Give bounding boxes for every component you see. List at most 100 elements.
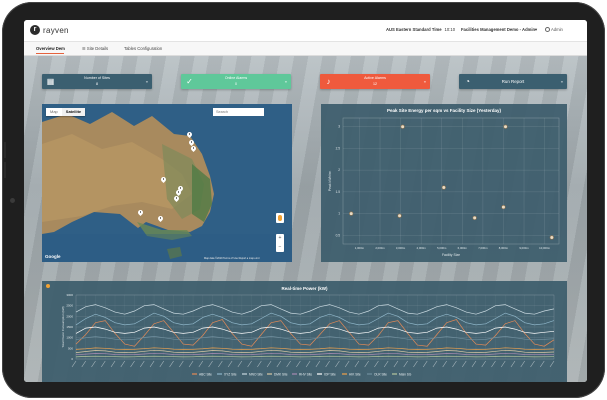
arrow-right-icon: »	[284, 79, 287, 84]
legend-item: Main SG	[399, 372, 412, 376]
legend-item: HIK Site	[349, 372, 361, 376]
y-tick-label: 500	[68, 346, 73, 350]
user-icon	[545, 27, 550, 32]
y-tick-label: 2000	[66, 314, 73, 318]
x-tick-label	[179, 360, 184, 368]
x-tick-label	[481, 360, 486, 368]
logo[interactable]: r rayven	[30, 25, 69, 35]
site-pin[interactable]	[191, 146, 196, 153]
kpi-active-alarms[interactable]: ♪ Active Alarms 12 »	[320, 74, 430, 89]
x-tick-label	[227, 360, 233, 368]
legend-item: XYZ Site	[224, 372, 237, 376]
x-tick-label: 6,000m	[458, 246, 468, 250]
kpi-online-alarms[interactable]: ✓ Online Alarms 0 »	[181, 74, 291, 89]
x-tick-label	[471, 360, 477, 368]
x-tick-label	[383, 360, 389, 368]
y-axis-label: Peak kWh/m²	[328, 170, 332, 191]
x-tick-label	[491, 360, 496, 368]
site-pin[interactable]	[174, 196, 179, 203]
site-pin[interactable]	[161, 177, 166, 184]
top-bar: r rayven AUS Eastern Standard Time 10:10 …	[24, 20, 587, 42]
x-tick-label: 9,000m	[519, 246, 529, 250]
map-type-satellite[interactable]: Satellite	[61, 108, 86, 116]
tab-site-details[interactable]: ☰ Site Details	[82, 46, 108, 51]
x-tick-label	[539, 360, 545, 368]
site-pin[interactable]	[187, 132, 192, 139]
map-search-input[interactable]	[213, 108, 264, 116]
y-tick-label: 2500	[66, 304, 73, 308]
admin-menu[interactable]: Admin	[551, 27, 563, 32]
tablet-frame: r rayven AUS Eastern Standard Time 10:10 …	[2, 2, 605, 398]
timezone-text: AUS Eastern Standard Time	[386, 27, 442, 32]
x-tick-label	[140, 360, 145, 368]
series-line	[75, 355, 555, 358]
x-tick-label	[257, 360, 262, 368]
map-type-map[interactable]: Map	[46, 108, 62, 116]
x-tick-label	[452, 360, 457, 368]
kpi-value: 0	[235, 82, 237, 86]
data-point	[441, 185, 446, 190]
site-pin[interactable]	[158, 216, 163, 223]
kpi-number-of-sites[interactable]: ▦ Number of Sites 8 »	[42, 74, 152, 89]
x-tick-label	[422, 360, 428, 368]
peak-energy-chart: Peak Site Energy per sqm vs Facility Siz…	[321, 104, 567, 262]
run-report-label: Run Report	[501, 79, 525, 84]
x-tick-label	[286, 360, 291, 368]
legend-item: OLR Site	[374, 372, 387, 376]
realtime-power-chart: Real-time Power (kW) 0 500 1000 1500 2000 250…	[42, 281, 567, 382]
hardware-button	[4, 162, 6, 178]
tab-tables-configuration[interactable]: Tables Configuration	[124, 46, 162, 51]
x-tick-label	[520, 360, 525, 368]
x-tick-label: 7,000m	[478, 246, 488, 250]
legend-item: DMK Site	[274, 372, 288, 376]
x-tick-label	[296, 360, 301, 368]
series-line	[75, 352, 555, 356]
site-pin[interactable]	[138, 210, 143, 217]
y-tick-label: 0.5	[336, 233, 341, 237]
data-point	[503, 124, 508, 129]
tab-bar: Overview Dem ☰ Site Details Tables Confi…	[24, 42, 587, 56]
site-map[interactable]: Map Satellite +− Google Map data ©2019 T…	[42, 104, 292, 262]
x-tick-label	[461, 360, 467, 368]
y-tick-label: 1.5	[336, 190, 341, 194]
x-tick-label	[188, 360, 194, 368]
active-tab-indicator	[36, 53, 64, 55]
x-tick-label	[276, 360, 282, 368]
x-tick-label	[237, 360, 243, 368]
x-tick-label	[198, 360, 204, 368]
logo-text: rayven	[43, 25, 69, 35]
chevron-down-icon[interactable]: ▼	[534, 27, 538, 32]
x-tick-label	[149, 360, 155, 368]
x-tick-label	[266, 360, 272, 368]
y-tick-label: 2.5	[336, 146, 341, 150]
x-tick-label	[530, 360, 535, 368]
logo-icon: r	[30, 25, 40, 35]
data-point	[549, 235, 554, 240]
hardware-button	[4, 142, 6, 158]
x-tick-label	[81, 360, 87, 368]
x-tick-label	[393, 360, 399, 368]
x-tick-label	[325, 360, 330, 368]
x-tick-label	[208, 360, 213, 368]
x-tick-label	[374, 360, 379, 368]
x-tick-label	[549, 360, 555, 368]
series-line	[75, 349, 555, 353]
x-tick-label	[510, 360, 516, 368]
data-point	[397, 213, 402, 218]
organization-selector[interactable]: Facilities Management Demo - Admin	[461, 27, 535, 32]
arrow-right-icon: »	[145, 79, 148, 84]
x-tick-label	[120, 360, 126, 368]
data-point	[472, 215, 477, 221]
legend-item: ABC Site	[199, 372, 212, 376]
zoom-control[interactable]: + −	[276, 234, 284, 252]
x-tick-label	[442, 360, 447, 368]
series-line	[75, 347, 555, 350]
x-tick-label	[305, 360, 311, 368]
screen: r rayven AUS Eastern Standard Time 10:10 …	[24, 20, 587, 382]
tab-overview[interactable]: Overview Dem	[36, 46, 65, 51]
y-tick-label: 2	[338, 168, 340, 172]
google-logo: Google	[45, 254, 61, 259]
x-tick-label	[71, 360, 77, 368]
run-report-button[interactable]: ◔ Run Report »	[459, 74, 567, 89]
street-view-icon[interactable]	[276, 213, 284, 223]
